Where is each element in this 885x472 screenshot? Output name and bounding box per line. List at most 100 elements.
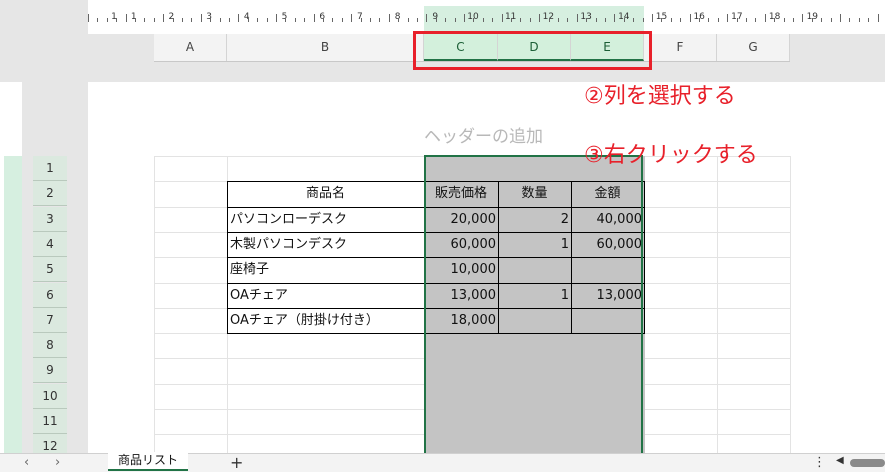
row-header-6[interactable]: 6 <box>33 283 67 308</box>
ruler-tick <box>144 18 146 22</box>
scroll-left-icon[interactable]: ◀ <box>836 455 844 466</box>
column-header-b[interactable]: B <box>227 34 424 61</box>
sheet-tab-product-list[interactable]: 商品リスト <box>108 452 188 471</box>
ruler-tick <box>153 18 155 22</box>
row-header-9[interactable]: 9 <box>33 358 67 383</box>
ruler-tick <box>558 18 559 22</box>
vertical-ruler-selection <box>4 156 22 471</box>
ruler-number: 4 <box>243 12 250 22</box>
ruler-tick <box>548 18 550 22</box>
ruler-tick <box>238 14 240 22</box>
ruler-tick <box>341 18 343 22</box>
ruler-tick <box>783 18 785 22</box>
ruler-tick <box>689 14 691 22</box>
ruler-tick <box>332 18 334 22</box>
ruler-tick <box>210 18 212 22</box>
ruler-tick <box>511 18 512 22</box>
row-header-4[interactable]: 4 <box>33 232 67 257</box>
ruler-tick <box>849 18 851 22</box>
ruler-tick <box>623 18 625 22</box>
ruler-tick <box>229 18 230 22</box>
ruler-tick <box>266 18 268 22</box>
ruler-tick <box>746 18 747 22</box>
table-cell[interactable]: パソコンローデスク <box>227 207 424 232</box>
selection-border <box>424 155 643 460</box>
horizontal-scrollbar-thumb[interactable] <box>850 459 885 467</box>
ruler-tick <box>595 18 597 22</box>
ruler-tick <box>680 18 682 22</box>
column-header-g[interactable]: G <box>717 34 790 61</box>
ruler-tick <box>276 14 277 22</box>
ruler-tick <box>379 18 381 22</box>
ruler-tick <box>868 18 870 22</box>
ruler-tick <box>426 14 428 22</box>
grid-vline <box>717 156 718 456</box>
prev-sheet-icon[interactable]: ‹ <box>24 455 29 470</box>
add-sheet-icon[interactable]: + <box>230 453 243 472</box>
ruler-tick <box>482 18 484 22</box>
ruler-tick <box>802 14 804 22</box>
ruler-tick <box>97 18 99 22</box>
ruler-tick <box>454 18 456 22</box>
ruler-tick <box>717 18 719 22</box>
row-header-8[interactable]: 8 <box>33 333 67 358</box>
add-header-placeholder[interactable]: ヘッダーの追加 <box>424 122 543 147</box>
ruler-tick <box>323 18 324 22</box>
ruler-tick <box>811 18 813 22</box>
ruler-tick <box>755 18 757 22</box>
row-header-2[interactable]: 2 <box>33 181 67 206</box>
ruler-tick <box>529 18 531 22</box>
ruler-tick <box>172 18 174 22</box>
ruler-tick <box>163 14 165 22</box>
ruler-tick <box>699 18 700 22</box>
ruler-tick <box>670 18 672 22</box>
table-cell[interactable]: 木製パソコンデスク <box>227 232 424 257</box>
ruler-tick <box>727 14 729 22</box>
annotation-step3: ③右クリックする <box>584 143 758 168</box>
column-header-a[interactable]: A <box>154 34 227 61</box>
ruler-tick <box>633 18 635 22</box>
table-header-cell[interactable]: 商品名 <box>227 181 424 206</box>
table-border-v <box>644 181 645 333</box>
row-header-5[interactable]: 5 <box>33 257 67 282</box>
ruler-tick <box>200 14 202 22</box>
ruler-tick <box>106 18 108 22</box>
ruler-tick <box>257 18 259 22</box>
ruler-tick <box>821 18 823 22</box>
ruler-tick <box>398 18 400 22</box>
next-sheet-icon[interactable]: › <box>55 455 60 470</box>
table-cell[interactable]: 座椅子 <box>227 257 424 282</box>
row-header-11[interactable]: 11 <box>33 409 67 434</box>
ruler-tick <box>351 14 353 22</box>
ruler-tick <box>407 18 409 22</box>
ruler-tick <box>539 14 541 22</box>
table-border-v <box>227 181 228 333</box>
ruler-tick <box>708 18 710 22</box>
grid-vline <box>790 156 791 456</box>
ruler-tick <box>576 14 578 22</box>
ruler-tick <box>464 14 465 22</box>
ruler-tick <box>313 14 315 22</box>
row-header-3[interactable]: 3 <box>33 207 67 232</box>
ruler-tick <box>830 18 832 22</box>
ruler-tick <box>877 14 879 22</box>
ruler-tick <box>445 18 447 22</box>
ruler-tick <box>247 18 249 22</box>
table-cell[interactable]: OAチェア（肘掛け付き） <box>227 308 424 333</box>
row-header-1[interactable]: 1 <box>33 156 67 181</box>
ruler-tick <box>652 14 653 22</box>
ruler-tick <box>793 18 794 22</box>
ruler-tick <box>294 18 296 22</box>
more-options-icon[interactable]: ⋮ <box>813 455 826 470</box>
ruler-tick <box>642 18 644 22</box>
row-header-10[interactable]: 10 <box>33 384 67 409</box>
ruler-tick <box>125 14 127 22</box>
column-header-f[interactable]: F <box>644 34 717 61</box>
ruler-tick <box>774 18 776 22</box>
row-header-7[interactable]: 7 <box>33 308 67 333</box>
table-cell[interactable]: OAチェア <box>227 283 424 308</box>
ruler-tick <box>388 14 390 22</box>
ruler-tick <box>182 18 183 22</box>
ruler-tick <box>858 18 860 22</box>
ruler-tick <box>219 18 221 22</box>
